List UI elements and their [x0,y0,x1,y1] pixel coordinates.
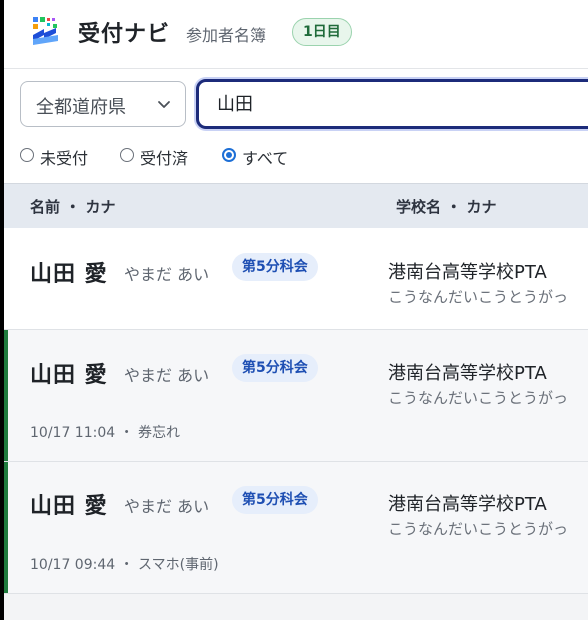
session-badge: 第5分科会 [232,354,318,382]
reception-meta: 10/17 11:04 ・ 券忘れ [30,425,181,441]
session-badge: 第5分科会 [232,253,318,281]
column-header-school[interactable]: 学校名 ・ カナ [396,196,496,217]
table-row[interactable]: 山田 愛 やまだ あい 第5分科会 港南台高等学校PTA こうなんだいこうとうが… [4,462,588,594]
table-row[interactable]: 山田 愛 やまだ あい 第5分科会 港南台高等学校PTA こうなんだいこうとうが… [4,228,588,330]
app-title: 受付ナビ [78,22,171,47]
reception-meta: 10/17 09:44 ・ スマホ(事前) [30,557,219,573]
page-subtitle: 参加者名簿 [186,26,267,45]
radio-label: 受付済 [140,149,189,168]
received-indicator [4,330,8,461]
radio-button[interactable] [120,148,134,162]
received-indicator [4,462,8,593]
radio-button[interactable] [20,148,34,162]
participant-name: 山田 愛 [30,262,108,287]
radio-label: 未受付 [40,149,89,168]
prefecture-select[interactable]: 全都道府県 [20,81,186,127]
school-kana: こうなんだいこうとうがっ [388,520,569,538]
column-header-name[interactable]: 名前 ・ カナ [30,196,115,217]
search-field[interactable] [196,79,588,129]
school-kana: こうなんだいこうとうがっ [388,288,569,306]
table-header: 名前 ・ カナ 学校名 ・ カナ [4,183,588,229]
school-kana: こうなんだいこうとうがっ [388,389,569,407]
day-badge[interactable]: 1日目 [292,18,352,46]
filter-bar: 全都道府県 未受付 受付済 すべて [4,69,588,183]
app-logo-icon [33,17,58,45]
session-badge: 第5分科会 [232,486,318,514]
chevron-down-icon [158,101,170,108]
app-window: 受付ナビ 参加者名簿 1日目 全都道府県 未受付 受付済 すべて [4,0,588,620]
school-name: 港南台高等学校PTA [388,262,547,283]
app-header: 受付ナビ 参加者名簿 1日目 [4,0,588,69]
radio-label: すべて [242,149,289,168]
radio-button[interactable] [222,148,236,162]
prefecture-select-value: 全都道府県 [36,97,126,118]
participant-kana: やまだ あい [124,265,210,284]
participant-name: 山田 愛 [30,494,108,519]
participant-kana: やまだ あい [124,366,210,385]
school-name: 港南台高等学校PTA [388,363,547,384]
participant-name: 山田 愛 [30,363,108,388]
participant-kana: やまだ あい [124,497,210,516]
table-row[interactable]: 山田 愛 やまだ あい 第5分科会 港南台高等学校PTA こうなんだいこうとうが… [4,330,588,462]
school-name: 港南台高等学校PTA [388,494,547,515]
search-input[interactable] [215,91,579,114]
